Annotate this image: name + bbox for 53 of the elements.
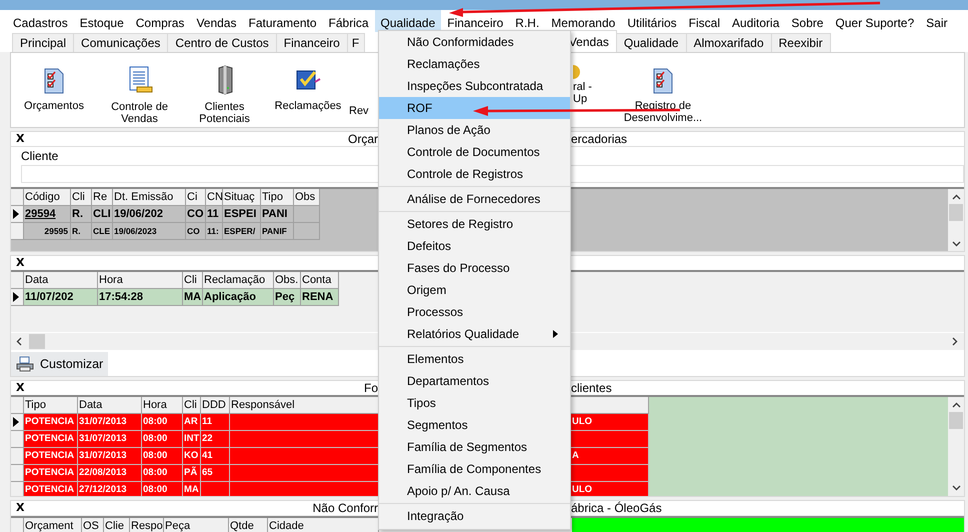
table-cell: 27/12/2013	[78, 482, 142, 496]
panel-title: ercadorias	[571, 132, 628, 146]
table-cell: 31/07/2013	[78, 448, 142, 465]
table-cell: POTENCIA	[24, 414, 78, 431]
table-cell: R.	[71, 206, 92, 223]
table-cell: 08:00	[142, 465, 183, 482]
table-cell: RENA	[301, 289, 339, 306]
table-cell: CO	[186, 223, 206, 240]
table-cell: 19/06/202	[113, 206, 186, 223]
table-cell: 08:00	[142, 448, 183, 465]
table-cell: 65	[201, 465, 230, 482]
table-cell: 29594	[24, 206, 71, 223]
table-cell: 11	[201, 414, 230, 431]
panel-title: Orçar	[348, 132, 378, 146]
table-cell: MA	[183, 289, 203, 306]
table-cell: KO	[183, 448, 201, 465]
table-cell: POTENCIA	[24, 465, 78, 482]
panel-title: Fo	[364, 381, 378, 395]
table-cell: 08:00	[142, 482, 183, 496]
table-cell: PANI	[261, 206, 294, 223]
table-cell: Aplicação	[203, 289, 274, 306]
table-cell: 19/06/2023	[113, 223, 186, 240]
table-cell: R.	[71, 223, 92, 240]
field-label: Cliente	[21, 149, 58, 163]
table-cell: Peç	[274, 289, 301, 306]
table-cell: INT	[183, 431, 201, 448]
panel-title: ábrica - ÓleoGás	[571, 501, 663, 515]
table-cell: 31/07/2013	[78, 414, 142, 431]
table-cell: 08:00	[142, 431, 183, 448]
table-cell: CLI	[92, 206, 113, 223]
table-cell: 08:00	[142, 414, 183, 431]
table-cell: CO	[186, 206, 206, 223]
table-cell: 11:	[206, 223, 223, 240]
panel-title: Não Conforr	[312, 501, 378, 515]
table-cell: POTENCIA	[24, 482, 78, 496]
table-cell: POTENCIA	[24, 431, 78, 448]
table-cell: 22/08/2013	[78, 465, 142, 482]
table-cell: 22	[201, 431, 230, 448]
panel-title: clientes	[571, 381, 613, 395]
table-cell: ESPER/	[223, 223, 261, 240]
table-cell: ESPEI	[223, 206, 261, 223]
table-cell: PÃ	[183, 465, 201, 482]
table-cell: 31/07/2013	[78, 431, 142, 448]
table-cell: CLE	[92, 223, 113, 240]
table-cell: 41	[201, 448, 230, 465]
table-cell: 11	[206, 206, 223, 223]
table-cell: 11/07/202	[24, 289, 98, 306]
table-cell: MA	[183, 482, 201, 496]
table-cell: 29595	[24, 223, 71, 240]
table-cell: POTENCIA	[24, 448, 78, 465]
table-cell: PANIF	[261, 223, 294, 240]
table-cell: 17:54:28	[98, 289, 183, 306]
table-cell: AR	[183, 414, 201, 431]
